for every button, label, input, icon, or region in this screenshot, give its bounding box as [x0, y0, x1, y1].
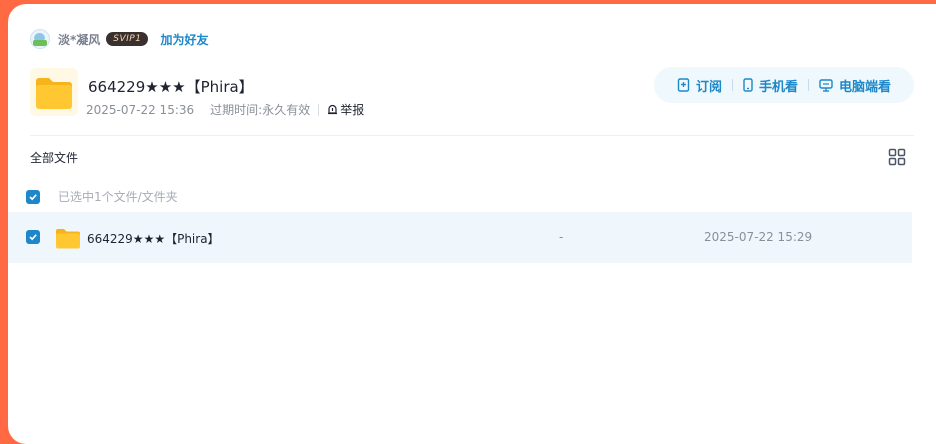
- grid-view-icon: [888, 148, 906, 166]
- file-row[interactable]: 664229★★★【Phira】 - 2025-07-22 15:29: [8, 212, 912, 263]
- add-friend-link[interactable]: 加为好友: [160, 31, 208, 48]
- meta-divider: [318, 103, 320, 116]
- expiry-value: 永久有效: [262, 103, 311, 117]
- pc-view-label: 电脑端看: [839, 79, 892, 95]
- report-icon: [328, 104, 338, 115]
- subscribe-label: 订阅: [695, 79, 722, 95]
- action-bar: 订阅 手机看 电脑端看: [654, 67, 914, 103]
- share-date: 2025-07-22 15:36: [86, 102, 195, 117]
- expiry-label: 过期时间:: [210, 103, 263, 117]
- mobile-view-label: 手机看: [758, 79, 798, 95]
- selection-bar: 已选中1个文件/文件夹: [26, 188, 178, 205]
- file-size: -: [559, 230, 564, 244]
- checkbox-icon: [29, 234, 37, 241]
- checkbox-icon: [29, 193, 37, 200]
- share-folder-thumbnail: [30, 68, 78, 116]
- folder-icon: [36, 78, 72, 109]
- phone-icon: [743, 78, 753, 92]
- pc-view-button[interactable]: 电脑端看: [809, 76, 901, 95]
- select-all-checkbox[interactable]: [26, 189, 40, 204]
- monitor-icon: [819, 78, 833, 92]
- mobile-view-button[interactable]: 手机看: [733, 76, 808, 95]
- share-meta: 2025-07-22 15:36 过期时间: 永久有效 举报: [86, 101, 364, 118]
- folder-icon: [56, 229, 80, 249]
- header-divider: [30, 135, 914, 136]
- grid-view-toggle[interactable]: [888, 148, 906, 166]
- share-card: 淡*凝风 SVIP1 加为好友 664229★★★【Phira】 2025-07…: [8, 4, 936, 444]
- report-button[interactable]: 举报: [327, 101, 364, 118]
- file-modified-date: 2025-07-22 15:29: [704, 230, 813, 244]
- selection-summary: 已选中1个文件/文件夹: [58, 190, 178, 204]
- vip-badge: SVIP1: [106, 32, 149, 46]
- share-title: 664229★★★【Phira】: [88, 78, 254, 96]
- breadcrumb-all-files[interactable]: 全部文件: [30, 149, 78, 166]
- file-name[interactable]: 664229★★★【Phira】: [87, 230, 220, 247]
- file-checkbox[interactable]: [26, 230, 40, 244]
- sharer-name[interactable]: 淡*凝风: [58, 31, 100, 48]
- sharer-info: 淡*凝风 SVIP1 加为好友: [30, 28, 208, 50]
- report-label: 举报: [340, 103, 365, 117]
- subscribe-button[interactable]: 订阅: [667, 76, 732, 95]
- avatar[interactable]: [30, 29, 50, 49]
- subscribe-icon: [677, 78, 690, 92]
